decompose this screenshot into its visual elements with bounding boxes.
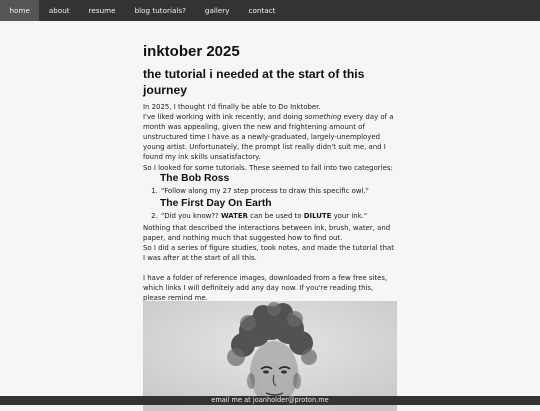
footer-contact: email me at joanholder@proton.me — [0, 396, 540, 405]
conclusion-line-2: So I did a series of figure studies, too… — [143, 244, 394, 263]
category-list-2: "Did you know?? WATER can be used to DIL… — [143, 211, 397, 221]
item2-dilute: DILUTE — [303, 211, 332, 220]
nav-gallery[interactable]: gallery — [195, 0, 239, 21]
intro-emphasis: something — [304, 113, 342, 122]
item2-text-c: can be used to — [247, 211, 304, 220]
item2-water: WATER — [220, 211, 248, 220]
conclusion-line-1: Nothing that described the interactions … — [143, 223, 391, 242]
item2-text-e: your ink." — [331, 211, 368, 220]
item2-text-a: "Did you know?? — [161, 211, 221, 220]
reference-paragraph: I have a folder of reference images, dow… — [143, 274, 388, 303]
nav-home[interactable]: home — [0, 0, 40, 21]
page-subtitle: the tutorial i needed at the start of th… — [143, 67, 365, 97]
ink-portrait-illustration — [143, 301, 397, 411]
nav-contact[interactable]: contact — [239, 0, 285, 21]
conclusion-paragraph: Nothing that described the interactions … — [143, 223, 397, 263]
section-heading-first-day: The First Day On Earth — [160, 197, 272, 209]
intro-line-2-start: I've liked working with ink recently, an… — [143, 113, 305, 122]
nav-about[interactable]: about — [39, 0, 79, 21]
ink-portrait-image — [143, 301, 397, 411]
top-navigation: home about resume blog tutorials? galler… — [0, 0, 540, 21]
category-item-2: "Did you know?? WATER can be used to DIL… — [160, 211, 397, 221]
article: inktober 2025 the tutorial i needed at t… — [143, 43, 397, 411]
intro-line-3: So I looked for some tutorials. These se… — [143, 163, 393, 172]
intro-line-1: In 2025, I thought I'd finally be able t… — [143, 103, 321, 111]
category-item-1: "Follow along my 27 step process to draw… — [160, 186, 397, 196]
page-title: inktober 2025 — [143, 43, 240, 60]
section-heading-bob-ross: The Bob Ross — [160, 172, 230, 184]
nav-blog-tutorials[interactable]: blog tutorials? — [125, 0, 195, 21]
intro-paragraph: In 2025, I thought I'd finally be able t… — [143, 102, 397, 173]
nav-resume[interactable]: resume — [79, 0, 125, 21]
category-list-1: "Follow along my 27 step process to draw… — [143, 186, 397, 196]
